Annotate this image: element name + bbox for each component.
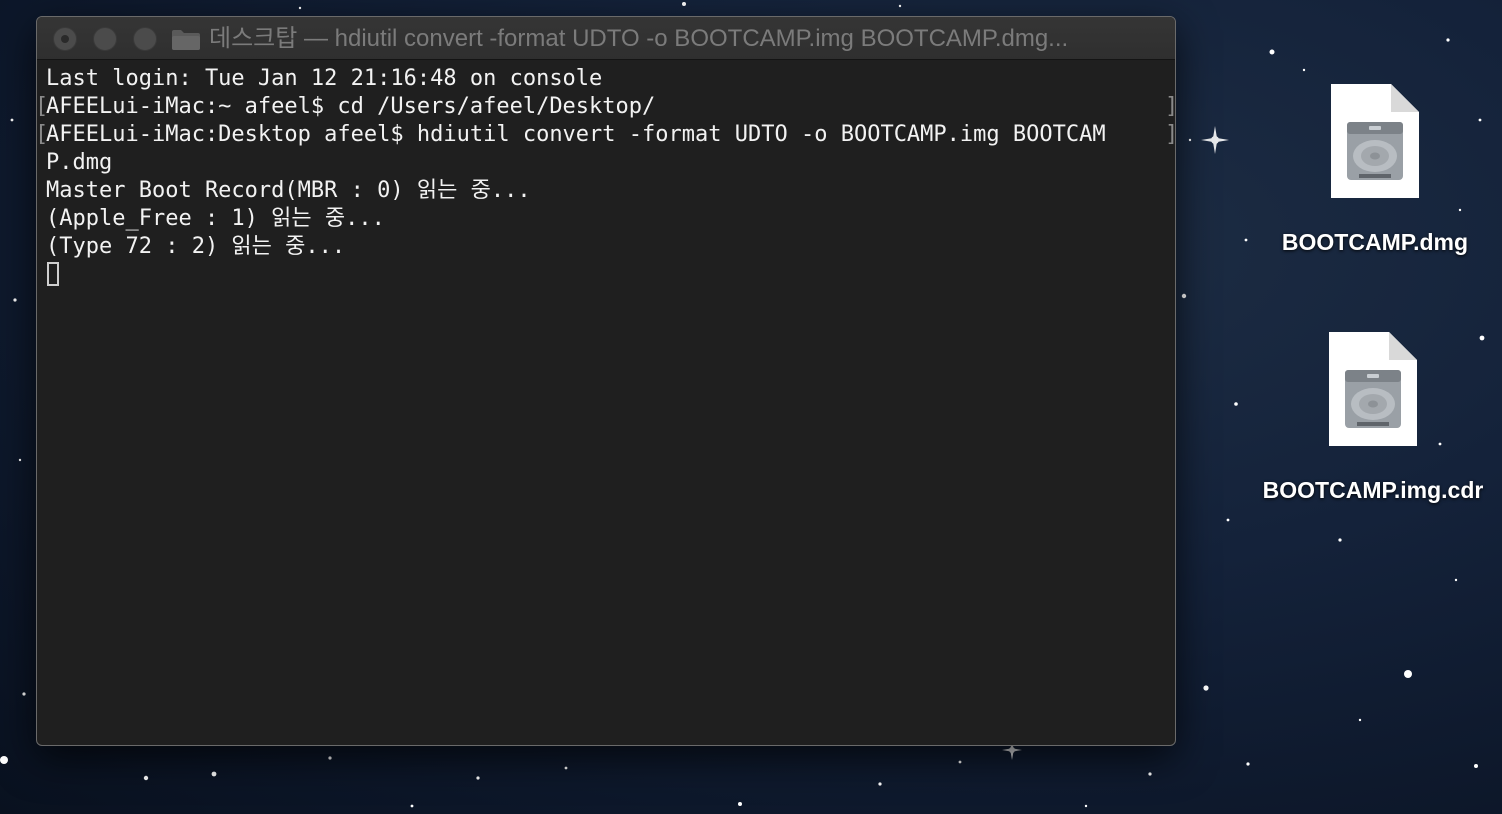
selection-bracket-right: ] — [1165, 121, 1175, 149]
terminal-line: AFEELui-iMac:~ afeel$ cd /Users/afeel/De… — [46, 94, 656, 119]
text-cursor — [47, 262, 59, 286]
zoom-button[interactable] — [133, 27, 157, 51]
terminal-output[interactable]: Last login: Tue Jan 12 21:16:48 on conso… — [37, 60, 1175, 745]
file-name-label: BOOTCAMP.dmg — [1281, 229, 1469, 255]
file-name-label: BOOTCAMP.img.cdr — [1262, 477, 1484, 503]
terminal-line: Last login: Tue Jan 12 21:16:48 on conso… — [46, 66, 603, 91]
minimize-button[interactable] — [93, 27, 117, 51]
disk-image-icon — [1329, 332, 1417, 446]
terminal-line: (Apple_Free : 1) 읽는 중... — [46, 206, 385, 231]
terminal-line: (Type 72 : 2) 읽는 중... — [46, 234, 346, 259]
disk-image-icon — [1331, 84, 1419, 198]
folder-icon — [172, 30, 200, 50]
close-button[interactable] — [53, 27, 77, 51]
terminal-line: P.dmg — [46, 150, 113, 175]
desktop-file-bootcamp-dmg[interactable]: BOOTCAMP.dmg — [1255, 82, 1495, 258]
title-bar[interactable]: 데스크탑 — hdiutil convert -format UDTO -o B… — [37, 17, 1175, 60]
desktop-file-bootcamp-img-cdr[interactable]: BOOTCAMP.img.cdr — [1253, 330, 1493, 506]
terminal-line: AFEELui-iMac:Desktop afeel$ hdiutil conv… — [46, 122, 1106, 147]
terminal-line: Master Boot Record(MBR : 0) 읽는 중... — [46, 178, 531, 203]
terminal-window[interactable]: 데스크탑 — hdiutil convert -format UDTO -o B… — [36, 16, 1176, 746]
selection-bracket-right: ] — [1165, 93, 1175, 121]
window-title: 데스크탑 — hdiutil convert -format UDTO -o B… — [209, 25, 1069, 52]
